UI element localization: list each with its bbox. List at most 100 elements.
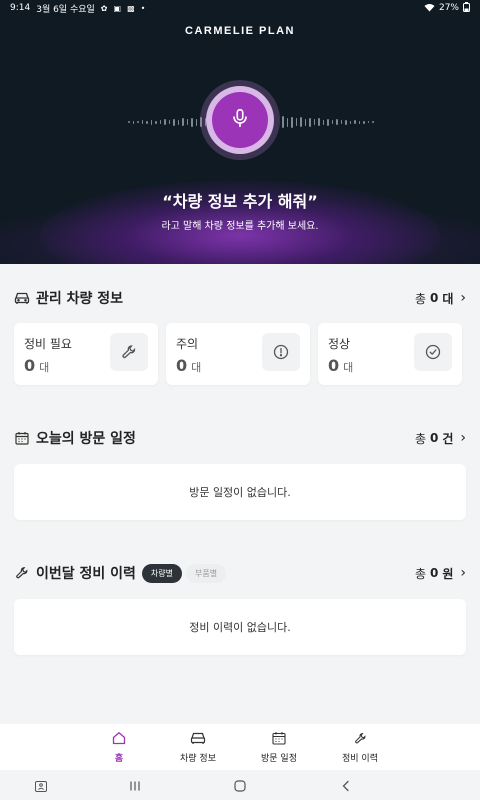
stat-value: 0대 [176, 356, 201, 375]
visits-section-header: 오늘의 방문 일정 총 0 건 › [14, 427, 466, 449]
status-bar: 9:14 3월 6일 수요일 ✿ ▣ ▩ • 27% [0, 0, 480, 16]
voice-example-quote: “차량 정보 추가 해줘” [162, 192, 318, 211]
image-icon: ▩ [127, 3, 135, 13]
waveform-bar [331, 120, 333, 124]
waveform-bar [304, 118, 306, 126]
waveform-bar [155, 120, 157, 124]
home-icon [112, 730, 126, 746]
visits-total-unit: 건 [442, 431, 454, 446]
vehicles-total-prefix: 총 [414, 291, 426, 306]
waveform-bar [318, 118, 320, 126]
nav-visit-schedule[interactable]: 방문 일정 [239, 730, 319, 764]
dot-icon: • [140, 3, 146, 13]
waveform-bar [195, 118, 197, 126]
vehicles-title: 관리 차량 정보 [36, 291, 124, 307]
waveform-bar [349, 120, 351, 124]
stat-card-needs-maintenance[interactable]: 정비 필요 0대 [14, 323, 158, 385]
nav-label: 홈 [114, 754, 124, 764]
wrench-icon [354, 730, 367, 746]
stat-count: 0 [328, 356, 340, 375]
system-navigation-bar [0, 770, 480, 800]
waveform-bar [345, 119, 347, 125]
chevron-right-icon: › [460, 290, 466, 306]
waveform-bar [309, 117, 311, 127]
waveform-bar [340, 120, 342, 124]
waveform-bar [137, 121, 139, 123]
voice-waveform-right [282, 116, 374, 128]
vehicles-section-header: 관리 차량 정보 총 0 대 › [14, 287, 466, 309]
car-icon [14, 290, 30, 306]
waveform-bar [327, 118, 329, 126]
history-total-count: 0 [429, 566, 439, 580]
microphone-icon [229, 107, 251, 133]
waveform-bar [291, 116, 293, 128]
waveform-bar [354, 120, 356, 124]
waveform-bar [182, 118, 184, 126]
visits-total-link[interactable]: 총 0 건 › [415, 430, 466, 447]
wrench-icon [110, 333, 148, 371]
history-title: 이번달 정비 이력 [36, 566, 136, 582]
filter-chip-by-part[interactable]: 부품별 [186, 563, 227, 583]
waveform-bar [146, 120, 148, 124]
waveform-bar [282, 116, 284, 128]
home-button-icon[interactable] [230, 778, 250, 794]
settings-gear-icon: ✿ [100, 3, 108, 13]
stat-card-normal[interactable]: 정상 0대 [318, 323, 462, 385]
battery-level: 27% [438, 3, 459, 13]
waveform-bar [186, 119, 188, 125]
stat-count: 0 [176, 356, 188, 375]
waveform-bar [173, 118, 175, 126]
status-date: 3월 6일 수요일 [36, 4, 95, 15]
mic-button[interactable] [212, 92, 268, 148]
waveform-bar [150, 119, 152, 125]
waveform-bar [313, 119, 315, 125]
filter-chip-by-vehicle[interactable]: 차량별 [141, 563, 183, 583]
stat-card-caution[interactable]: 주의 0대 [166, 323, 310, 385]
wrench-icon [14, 565, 30, 581]
brand-title: CARMELIE PLAN [185, 25, 295, 37]
accessibility-icon[interactable] [31, 778, 51, 794]
waveform-bar [286, 117, 288, 127]
history-empty-card: 정비 이력이 없습니다. [14, 599, 466, 655]
history-empty-text: 정비 이력이 없습니다. [189, 621, 291, 634]
waveform-bar [358, 120, 360, 124]
nav-maintenance-history[interactable]: 정비 이력 [320, 730, 400, 764]
voice-hint-text: 라고 말해 차량 정보를 추가해 보세요. [161, 221, 319, 232]
waveform-bar [191, 117, 193, 127]
nav-vehicle-info[interactable]: 차량 정보 [158, 730, 238, 764]
car-icon [190, 730, 206, 746]
waveform-bar [128, 121, 130, 123]
history-total-prefix: 총 [414, 566, 426, 581]
waveform-bar [372, 121, 374, 123]
waveform-bar [164, 119, 166, 125]
vehicles-total-unit: 대 [442, 291, 454, 306]
stat-label: 정상 [328, 337, 351, 351]
waveform-bar [132, 120, 134, 124]
nav-label: 차량 정보 [180, 754, 216, 764]
vehicles-total-count: 0 [429, 291, 439, 305]
waveform-bar [177, 119, 179, 125]
stat-label: 주의 [176, 337, 199, 351]
visits-empty-card: 방문 일정이 없습니다. [14, 464, 466, 520]
waveform-bar [300, 117, 302, 127]
stat-unit: 대 [343, 361, 354, 374]
waveform-bar [295, 118, 297, 126]
stat-count: 0 [24, 356, 36, 375]
waveform-bar [322, 119, 324, 125]
stat-unit: 대 [39, 361, 50, 374]
nav-home[interactable]: 홈 [79, 730, 159, 764]
stat-label: 정비 필요 [24, 337, 72, 351]
chevron-right-icon: › [460, 565, 466, 581]
back-icon[interactable] [336, 778, 356, 794]
notification-icon: ▣ [113, 3, 122, 13]
check-circle-icon [414, 333, 452, 371]
visits-total-prefix: 총 [414, 431, 426, 446]
visits-total-count: 0 [429, 431, 439, 445]
vehicles-total-link[interactable]: 총 0 대 › [415, 290, 466, 307]
calendar-icon [14, 430, 30, 446]
history-section-header: 이번달 정비 이력 차량별 부품별 총 0 원 › [14, 562, 466, 584]
nav-label: 방문 일정 [261, 754, 297, 764]
recent-apps-icon[interactable] [125, 778, 145, 794]
nav-label: 정비 이력 [342, 754, 378, 764]
history-total-link[interactable]: 총 0 원 › [415, 565, 466, 582]
